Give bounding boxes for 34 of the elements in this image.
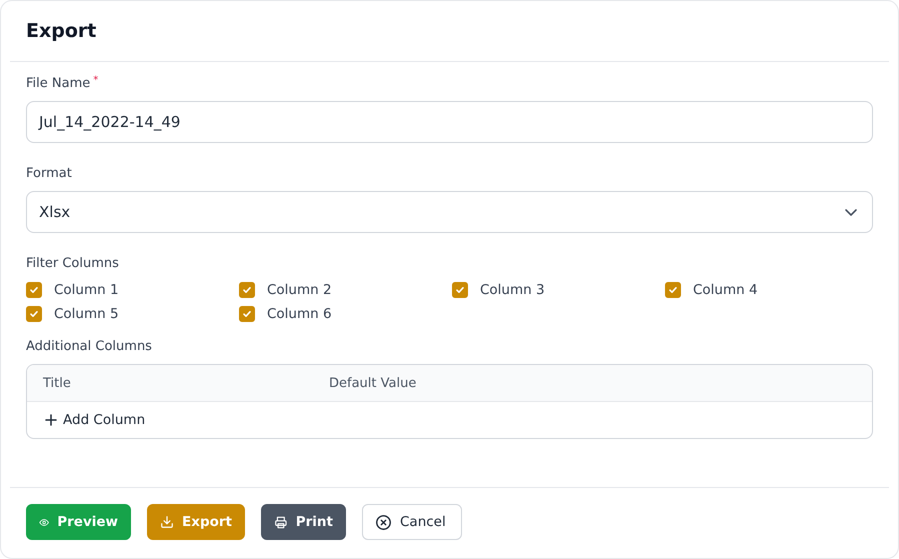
- checkbox-label: Column 2: [267, 282, 332, 298]
- column-header: Title: [43, 376, 72, 390]
- check-icon: [455, 285, 465, 295]
- checkbox-label: Column 1: [54, 282, 119, 298]
- column-header: Default Value: [329, 376, 416, 390]
- check-icon: [29, 309, 39, 319]
- checkbox[interactable]: [26, 282, 42, 298]
- checkbox[interactable]: [239, 306, 255, 322]
- print-button[interactable]: Print: [261, 504, 346, 540]
- checkbox[interactable]: [239, 282, 255, 298]
- checkbox[interactable]: [665, 282, 681, 298]
- check-icon: [29, 285, 39, 295]
- download-icon: [160, 514, 174, 530]
- checkbox-label: Column 3: [480, 282, 545, 298]
- required-mark: *: [93, 76, 98, 86]
- check-icon: [668, 285, 678, 295]
- checkbox[interactable]: [452, 282, 468, 298]
- check-icon: [242, 285, 252, 295]
- section-label: Additional Columns: [26, 339, 152, 354]
- dialog-title: Export: [26, 20, 96, 42]
- format-select[interactable]: Xlsx: [26, 191, 873, 233]
- checkbox-label: Column 4: [693, 282, 758, 298]
- checkbox-label: Column 5: [54, 306, 119, 322]
- section-label: Filter Columns: [26, 256, 119, 271]
- close-circle-icon: [375, 514, 392, 530]
- file-name-field[interactable]: Jul_14_2022-14_49: [26, 101, 873, 143]
- checkbox-label: Column 6: [267, 306, 332, 322]
- field-label: File Name: [26, 76, 90, 91]
- add-column-button[interactable]: Add Column: [43, 412, 148, 428]
- plus-icon: [45, 414, 57, 426]
- field-label: Format: [26, 166, 72, 181]
- cancel-button[interactable]: Cancel: [362, 504, 462, 540]
- checkbox[interactable]: [26, 306, 42, 322]
- check-icon: [242, 309, 252, 319]
